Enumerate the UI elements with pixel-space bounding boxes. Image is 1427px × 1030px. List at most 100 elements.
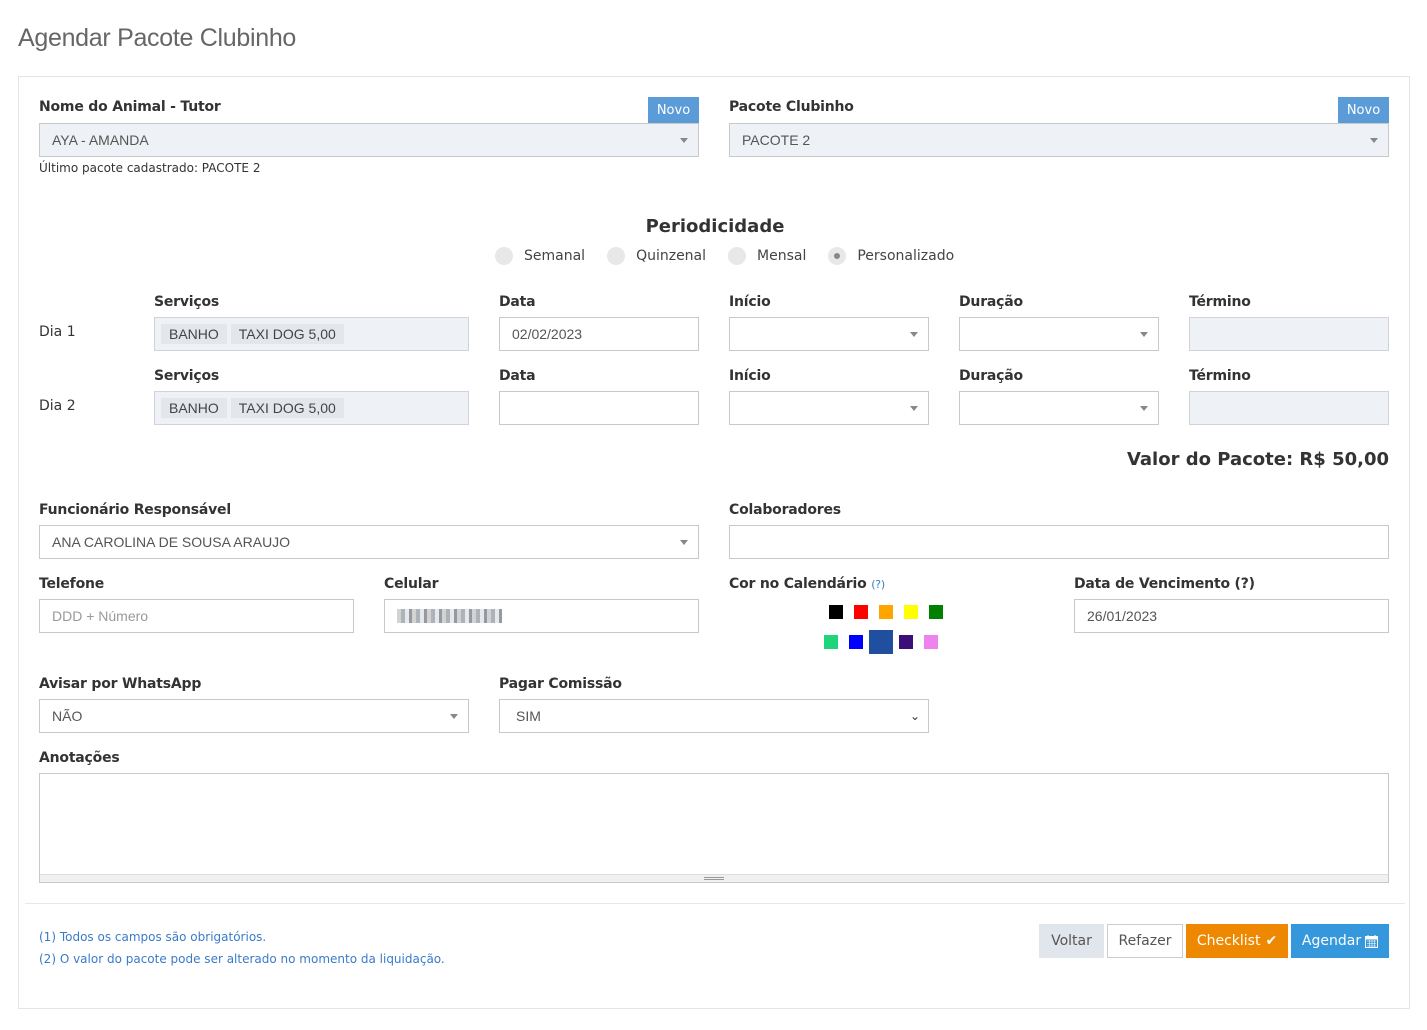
- day-label: Dia 2: [39, 398, 76, 414]
- caret-down-icon: [910, 406, 918, 411]
- comissao-select[interactable]: SIM ⌄: [499, 699, 929, 733]
- data-value: 02/02/2023: [512, 326, 583, 342]
- pacote-label: Pacote Clubinho: [729, 99, 854, 115]
- color-swatch[interactable]: [849, 635, 863, 649]
- service-tag: TAXI DOG 5,00: [230, 398, 344, 418]
- comissao-value: SIM: [516, 708, 541, 724]
- color-swatch[interactable]: [899, 635, 913, 649]
- color-swatch[interactable]: [824, 635, 838, 649]
- radio-quinzenal[interactable]: Quinzenal: [607, 247, 706, 265]
- vencimento-label: Data de Vencimento (?): [1074, 576, 1255, 592]
- color-swatch[interactable]: [904, 605, 918, 619]
- service-tag: TAXI DOG 5,00: [230, 324, 344, 344]
- service-tag: BANHO: [161, 324, 227, 344]
- novo-pacote-button[interactable]: Novo: [1338, 97, 1389, 123]
- color-swatch[interactable]: [869, 630, 893, 654]
- radio-label: Personalizado: [857, 248, 955, 264]
- data-label: Data: [499, 294, 536, 310]
- telefone-label: Telefone: [39, 576, 105, 592]
- radio-label: Semanal: [524, 248, 586, 264]
- animal-select-value: AYA - AMANDA: [52, 132, 149, 148]
- telefone-input[interactable]: DDD + Número: [39, 599, 354, 633]
- whatsapp-label: Avisar por WhatsApp: [39, 676, 202, 692]
- data-input[interactable]: [499, 391, 699, 425]
- redacted-value: [397, 609, 502, 623]
- inicio-select[interactable]: [729, 391, 929, 425]
- divider: [25, 903, 1405, 904]
- inicio-select[interactable]: [729, 317, 929, 351]
- radio-circle-icon: [495, 247, 513, 265]
- service-tag: BANHO: [161, 398, 227, 418]
- termino-label: Término: [1189, 368, 1251, 384]
- data-label: Data: [499, 368, 536, 384]
- radio-label: Quinzenal: [636, 248, 707, 264]
- anotacoes-label: Anotações: [39, 750, 120, 766]
- pacote-select[interactable]: PACOTE 2: [729, 123, 1389, 157]
- duracao-label: Duração: [959, 294, 1023, 310]
- form-panel: Nome do Animal - Tutor Novo AYA - AMANDA…: [18, 76, 1410, 1009]
- footer-note-2: (2) O valor do pacote pode ser alterado …: [39, 952, 445, 966]
- colaboradores-label: Colaboradores: [729, 502, 841, 518]
- servicos-field[interactable]: BANHO TAXI DOG 5,00: [154, 391, 469, 425]
- last-package-note: Último pacote cadastrado: PACOTE 2: [39, 161, 261, 175]
- cor-label: Cor no Calendário (?): [729, 576, 885, 592]
- periodicidade-title: Periodicidade: [645, 216, 785, 237]
- valor-pacote: Valor do Pacote: R$ 50,00: [1126, 449, 1389, 470]
- radio-mensal[interactable]: Mensal: [728, 247, 806, 265]
- page-title: Agendar Pacote Clubinho: [18, 24, 297, 52]
- radio-circle-icon: [728, 247, 747, 265]
- agendar-button[interactable]: Agendar: [1291, 924, 1389, 958]
- vencimento-input[interactable]: 26/01/2023: [1074, 599, 1389, 633]
- inicio-label: Início: [729, 294, 771, 310]
- color-swatch[interactable]: [829, 605, 843, 619]
- servicos-field[interactable]: BANHO TAXI DOG 5,00: [154, 317, 469, 351]
- voltar-label: Voltar: [1051, 933, 1092, 949]
- caret-down-icon: [1140, 406, 1148, 411]
- inicio-label: Início: [729, 368, 771, 384]
- animal-select[interactable]: AYA - AMANDA: [39, 123, 699, 157]
- vencimento-value: 26/01/2023: [1087, 608, 1158, 624]
- duracao-label: Duração: [959, 368, 1023, 384]
- novo-animal-button[interactable]: Novo: [648, 97, 699, 123]
- color-swatch[interactable]: [854, 605, 868, 619]
- colaboradores-input[interactable]: [729, 525, 1389, 559]
- color-swatch[interactable]: [924, 635, 938, 649]
- radio-semanal[interactable]: Semanal: [495, 247, 585, 265]
- resize-handle[interactable]: [40, 874, 1388, 882]
- duracao-select[interactable]: [959, 391, 1159, 425]
- periodicidade-options: Semanal Quinzenal Mensal Personalizado: [495, 247, 976, 265]
- celular-input[interactable]: [384, 599, 699, 633]
- color-swatch[interactable]: [879, 605, 893, 619]
- funcionario-value: ANA CAROLINA DE SOUSA ARAUJO: [52, 534, 291, 550]
- duracao-select[interactable]: [959, 317, 1159, 351]
- caret-down-icon: [1140, 332, 1148, 337]
- funcionario-select[interactable]: ANA CAROLINA DE SOUSA ARAUJO: [39, 525, 699, 559]
- radio-personalizado[interactable]: Personalizado: [828, 247, 954, 265]
- caret-down-icon: [1370, 138, 1378, 143]
- refazer-button[interactable]: Refazer: [1107, 924, 1183, 958]
- cor-label-text: Cor no Calendário: [729, 576, 867, 592]
- pacote-select-value: PACOTE 2: [742, 132, 811, 148]
- day-label: Dia 1: [39, 324, 76, 340]
- agendar-label: Agendar: [1301, 933, 1362, 949]
- whatsapp-value: NÃO: [52, 708, 83, 724]
- animal-label: Nome do Animal - Tutor: [39, 99, 221, 115]
- comissao-label: Pagar Comissão: [499, 676, 622, 692]
- telefone-placeholder: DDD + Número: [52, 608, 149, 624]
- footer-note-1: (1) Todos os campos são obrigatórios.: [39, 930, 267, 944]
- radio-checked-icon: [828, 247, 847, 265]
- help-icon[interactable]: (?): [871, 578, 885, 591]
- anotacoes-textarea[interactable]: [39, 773, 1389, 883]
- caret-down-icon: [680, 138, 688, 143]
- voltar-button[interactable]: Voltar: [1039, 924, 1104, 958]
- caret-down-icon: [450, 714, 458, 719]
- data-input[interactable]: 02/02/2023: [499, 317, 699, 351]
- caret-down-icon: [910, 332, 918, 337]
- whatsapp-select[interactable]: NÃO: [39, 699, 469, 733]
- calendar-icon: [1365, 934, 1379, 948]
- celular-label: Celular: [384, 576, 439, 592]
- check-icon: ✔: [1265, 933, 1278, 949]
- checklist-button[interactable]: Checklist ✔: [1186, 924, 1288, 958]
- termino-field: [1189, 391, 1389, 425]
- color-swatch[interactable]: [929, 605, 943, 619]
